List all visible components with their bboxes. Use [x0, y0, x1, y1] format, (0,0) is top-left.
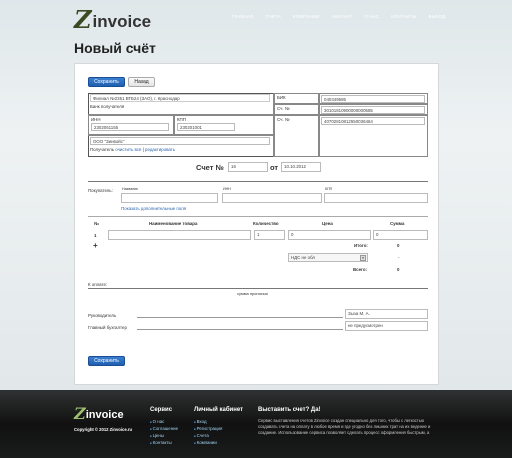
buyer-name-label: Название	[122, 187, 139, 191]
divider	[88, 181, 428, 182]
kpp-cell: КПП 230201001	[174, 115, 274, 135]
logo-text: invoice	[92, 12, 152, 31]
total-label: Итого:	[354, 243, 368, 248]
bank-name-cell: Филиал №2351 ВТБ24 (ЗАО), г. Краснодар Б…	[88, 93, 274, 115]
col-sum: Сумма	[390, 221, 405, 226]
divider	[88, 216, 428, 217]
account-cell: 40702810812550036464	[319, 115, 428, 157]
accountant-label: Главный бухгалтер	[88, 325, 127, 330]
logo-z-mark: Z	[74, 5, 92, 34]
footer: Z invoice Copyright © 2012 Zinvoice.ru С…	[0, 390, 512, 458]
chevron-down-icon: ▾	[360, 255, 366, 261]
director-name-field[interactable]: Зыза М. А.	[345, 309, 428, 319]
nav-invoices[interactable]: Счета	[260, 14, 287, 19]
row-product-field[interactable]	[108, 230, 251, 240]
save-button-bottom[interactable]: Сохранить	[88, 356, 125, 366]
grand-total-label: Всего:	[353, 267, 367, 272]
buyer-kpp-label: КПП	[325, 187, 333, 191]
vat-value: -	[398, 255, 400, 260]
footer-promo-text: Сервис выставления счетов Zinvoice созда…	[258, 418, 431, 435]
invoice-number-label: Счет №	[196, 163, 224, 172]
vat-select-value: НДС не обл	[291, 255, 315, 260]
recipient-cell: ООО "Зинвойс" Получатель очистить всё | …	[88, 135, 274, 157]
footer-link-contacts[interactable]: Контакты	[150, 440, 172, 445]
footer-promo-heading: Выставить счет? Да!	[258, 407, 321, 413]
row-price-field[interactable]: 0	[288, 230, 371, 240]
footer-link-login[interactable]: Вход	[194, 419, 207, 424]
bank-name-field[interactable]: Филиал №2351 ВТБ24 (ЗАО), г. Краснодар	[90, 94, 270, 102]
recipient-label: Получатель	[90, 147, 114, 152]
nav-account[interactable]: Аккаунт	[326, 14, 359, 19]
inn-label: ИНН	[91, 117, 101, 122]
main-nav: Главная Счета Компании Аккаунт О нас Кон…	[226, 14, 451, 19]
footer-link-invoices[interactable]: Счета	[194, 433, 209, 438]
inn-field[interactable]: 2302061155	[91, 123, 169, 131]
show-more-fields-link[interactable]: Показать дополнительные поля	[121, 206, 186, 211]
corr-account-label: Сч. №	[274, 104, 319, 115]
footer-link-companies[interactable]: Компании	[194, 440, 217, 445]
corr-account-field[interactable]: 30101810900000000585	[321, 106, 425, 114]
amount-in-words-caption: сумма прописью	[237, 291, 268, 296]
director-label: Руководитель	[88, 313, 117, 318]
buyer-inn-field[interactable]	[222, 193, 322, 203]
row-sum-field[interactable]: 0	[373, 230, 428, 240]
payment-line	[88, 288, 428, 289]
bik-cell: 040349585	[319, 93, 428, 104]
back-button[interactable]: Назад	[128, 77, 155, 87]
corr-account-cell: 30101810900000000585	[319, 104, 428, 115]
footer-service-heading: Сервис	[150, 407, 173, 413]
buyer-name-field[interactable]	[121, 193, 218, 203]
bank-label: Банк получателя	[90, 104, 125, 109]
clear-all-link[interactable]: очистить всё	[115, 147, 141, 152]
footer-link-about[interactable]: О нас	[150, 419, 165, 424]
page-title: Новый счёт	[74, 40, 156, 56]
col-number: №	[94, 221, 99, 226]
buyer-kpp-field[interactable]	[324, 193, 428, 203]
save-button-top[interactable]: Сохранить	[88, 77, 125, 87]
footer-cabinet-heading: Личный кабинет	[194, 407, 244, 413]
nav-companies[interactable]: Компании	[287, 14, 326, 19]
col-price: Цена	[322, 221, 333, 226]
footer-logo[interactable]: Z invoice	[74, 406, 124, 422]
nav-logout[interactable]: Выход	[423, 14, 452, 19]
invoice-number-field[interactable]: 16	[228, 162, 268, 172]
bik-label: БИК	[274, 93, 319, 104]
nav-home[interactable]: Главная	[226, 14, 260, 19]
footer-link-prices[interactable]: Цены	[150, 433, 164, 438]
payment-label: К оплате:	[88, 282, 108, 287]
link-separator: |	[142, 147, 144, 152]
footer-link-register[interactable]: Регистрация	[194, 426, 223, 431]
grand-total-value: 0	[397, 267, 400, 272]
row-quantity-field[interactable]: 1	[254, 230, 285, 240]
footer-link-agreement[interactable]: Соглашение	[150, 426, 178, 431]
director-sign-line	[137, 317, 343, 318]
logo[interactable]: Z invoice	[74, 6, 151, 32]
col-product-name: Наименование товара	[149, 221, 198, 226]
kpp-label: КПП	[177, 117, 186, 122]
vat-select[interactable]: НДС не обл ▾	[288, 253, 368, 262]
recipient-field[interactable]: ООО "Зинвойс"	[90, 137, 270, 145]
buyer-label: Покупатель:	[88, 188, 113, 193]
nav-contacts[interactable]: Контакты	[385, 14, 422, 19]
nav-about[interactable]: О нас	[358, 14, 385, 19]
row-number: 1	[94, 233, 97, 238]
accountant-sign-line	[137, 329, 343, 330]
buyer-inn-label: ИНН	[223, 187, 231, 191]
account-field[interactable]: 40702810812550036464	[321, 117, 425, 125]
invoice-form: Сохранить Назад Филиал №2351 ВТБ24 (ЗАО)…	[74, 63, 439, 385]
bik-field[interactable]: 040349585	[321, 95, 425, 103]
copyright: Copyright © 2012 Zinvoice.ru	[74, 427, 133, 432]
footer-logo-z: Z	[74, 404, 86, 423]
footer-logo-text: invoice	[85, 409, 124, 421]
col-quantity: Количество	[253, 221, 279, 226]
total-value: 0	[397, 243, 400, 248]
kpp-field[interactable]: 230201001	[177, 123, 235, 131]
invoice-date-field[interactable]: 10.10.2012	[281, 162, 321, 172]
accountant-name-field[interactable]: не предусмотрен	[345, 321, 428, 331]
inn-cell: ИНН 2302061155	[88, 115, 174, 135]
add-row-button[interactable]: +	[93, 241, 98, 250]
account-label: Сч. №	[274, 115, 319, 157]
date-label: от	[270, 163, 279, 172]
edit-link[interactable]: редактировать	[145, 147, 175, 152]
